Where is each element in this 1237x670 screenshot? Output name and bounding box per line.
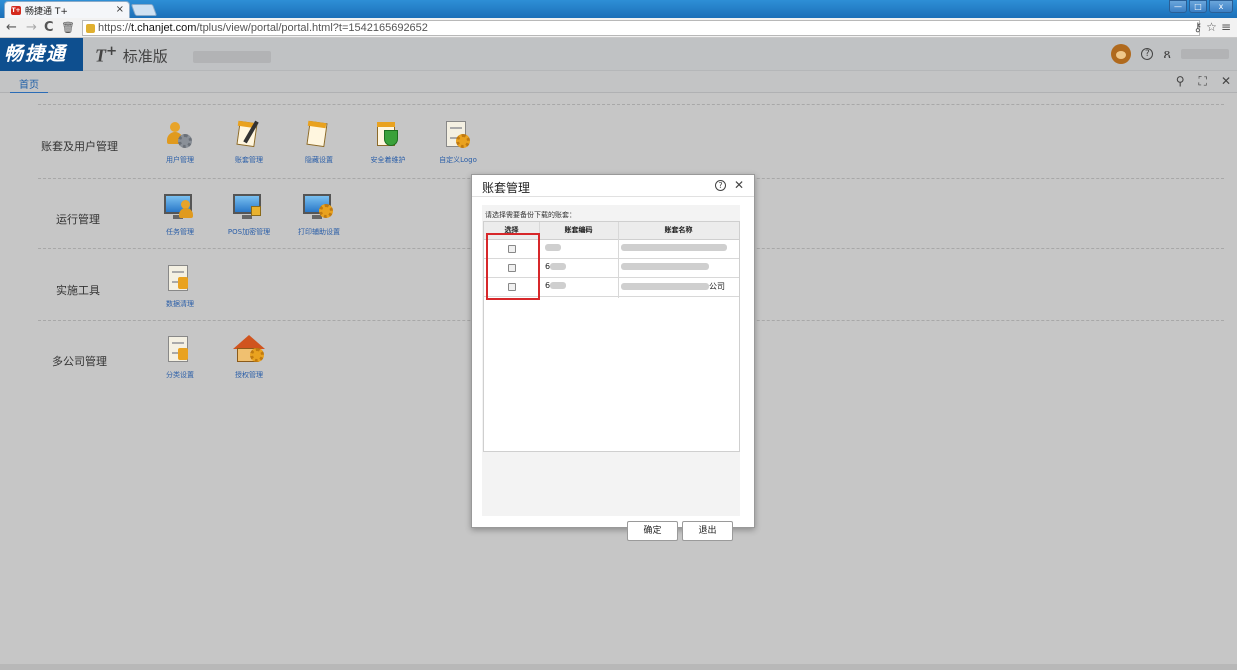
product-edition: 标准版 — [122, 47, 168, 66]
group-label-multi-company: 多公司管理 — [52, 355, 107, 368]
tile-label: 自定义Logo — [439, 156, 477, 164]
product-t: T — [95, 45, 106, 66]
search-icon[interactable]: ⚲ — [1176, 74, 1185, 89]
tab-close-icon[interactable]: × — [116, 4, 124, 15]
divider — [38, 104, 1224, 105]
browser-menu-icon[interactable]: ≡ — [1221, 20, 1231, 34]
account-name: 公司 — [621, 281, 737, 292]
tile-data-cleanup[interactable]: 数据清理 — [150, 264, 210, 309]
tplus-favicon-icon: T+ — [11, 5, 21, 15]
account-name — [621, 243, 737, 252]
tile-user-management[interactable]: 用户管理 — [150, 120, 210, 165]
tile-label: 分类设置 — [166, 371, 194, 379]
user-management-icon — [164, 120, 196, 150]
tile-hidden-settings[interactable]: 隐藏设置 — [289, 120, 349, 165]
tile-label: 账套管理 — [235, 156, 263, 164]
window-controls: — □ x — [1169, 0, 1233, 13]
monitor-user-icon — [164, 192, 196, 222]
group-label-account-user: 账套及用户管理 — [41, 140, 118, 153]
column-header-name: 账套名称 — [664, 226, 693, 234]
ok-button[interactable]: 确定 — [627, 521, 678, 541]
product-plus: + — [106, 44, 118, 59]
house-gear-icon — [233, 335, 265, 365]
shield-icon — [372, 120, 404, 150]
redacted-company-name — [193, 51, 271, 63]
tile-label: 打印辅助设置 — [298, 228, 340, 236]
minimize-button[interactable]: — — [1169, 0, 1187, 13]
column-header-code: 账套编码 — [564, 226, 593, 234]
browser-titlebar: T+ 畅捷通 T+ × — □ x — [0, 0, 1237, 18]
account-management-dialog: 账套管理 ? ✕ 请选择需要备份下载的账套： 选择 账套编码 账套名称 6 6 … — [471, 174, 755, 541]
tile-label: 授权管理 — [235, 371, 263, 379]
tab-title: 畅捷通 T+ — [25, 6, 68, 17]
tile-pos-encryption[interactable]: POS加密管理 — [219, 192, 279, 237]
key-icon[interactable]: ⚷ — [1193, 20, 1202, 34]
redacted-user-name — [1181, 49, 1229, 59]
monitor-lock-icon — [233, 192, 265, 222]
window-close-button[interactable]: x — [1209, 0, 1233, 13]
dialog-close-icon[interactable]: ✕ — [734, 178, 744, 192]
tile-label: 任务管理 — [166, 228, 194, 236]
account-code: 6 — [545, 262, 567, 271]
tile-authorization[interactable]: 授权管理 — [219, 335, 279, 380]
group-label-operation: 运行管理 — [56, 213, 100, 226]
chanjet-logo: 畅捷通 — [0, 38, 83, 71]
tile-label: 数据清理 — [166, 300, 194, 308]
bookmark-star-icon[interactable]: ☆ — [1206, 20, 1217, 34]
tile-print-assist[interactable]: 打印辅助设置 — [289, 192, 349, 237]
monitor-gear-icon — [303, 192, 335, 222]
tile-label: POS加密管理 — [227, 228, 271, 236]
address-bar-actions: ⚷ ☆ ≡ — [1193, 20, 1231, 34]
dialog-title-actions: ? ✕ — [714, 178, 744, 192]
browser-toolbar: ← → C 🗑 https://t.chanjet.com/tplus/view… — [0, 18, 1237, 38]
url-bar[interactable]: https://t.chanjet.com/tplus/view/portal/… — [82, 20, 1200, 36]
tab-home[interactable]: 首页 — [10, 76, 48, 94]
url-scheme: https:// — [98, 22, 132, 34]
tile-label: 隐藏设置 — [305, 156, 333, 164]
url-path: /tplus/view/portal/portal.html?t=1542165… — [196, 22, 428, 34]
user-icon[interactable]: ጸ — [1163, 47, 1171, 62]
app-header: 畅捷通 T+ 标准版 ? ጸ — [0, 38, 1237, 71]
tabstrip-actions: ⚲ ⛶ ✕ — [1176, 74, 1231, 89]
account-book-icon — [233, 120, 265, 150]
maximize-button[interactable]: □ — [1189, 0, 1207, 13]
product-name: T+ 标准版 — [95, 44, 168, 66]
trash-icon[interactable]: 🗑 — [61, 19, 75, 37]
reload-icon[interactable]: C — [44, 19, 54, 37]
header-actions: ? ጸ — [1111, 44, 1229, 64]
back-arrow-icon[interactable]: ← — [6, 19, 17, 37]
close-icon[interactable]: ✕ — [1221, 74, 1231, 89]
tile-label: 用户管理 — [166, 156, 194, 164]
browser-tab[interactable]: T+ 畅捷通 T+ × — [4, 1, 130, 18]
account-code: 6 — [545, 281, 567, 290]
divider — [472, 196, 754, 197]
tile-custom-logo[interactable]: 自定义Logo — [428, 120, 488, 165]
page-tabstrip: 首页 ⚲ ⛶ ✕ — [0, 71, 1237, 94]
group-label-implementation: 实施工具 — [56, 284, 100, 297]
tile-task-management[interactable]: 任务管理 — [150, 192, 210, 237]
new-tab-button[interactable] — [130, 4, 158, 16]
hidden-settings-icon — [303, 120, 335, 150]
forward-arrow-icon[interactable]: → — [26, 19, 37, 37]
custom-logo-icon — [442, 120, 474, 150]
tile-category-settings[interactable]: 分类设置 — [150, 335, 210, 380]
help-icon[interactable]: ? — [1141, 48, 1154, 60]
url-host: t.chanjet.com — [131, 22, 197, 34]
dialog-title: 账套管理 — [482, 181, 531, 195]
selection-highlight-box — [486, 233, 540, 300]
tile-account-management[interactable]: 账套管理 — [219, 120, 279, 165]
category-settings-icon — [164, 335, 196, 365]
data-cleanup-icon — [164, 264, 196, 294]
account-code — [545, 243, 561, 252]
monkey-assistant-icon[interactable] — [1111, 44, 1132, 64]
account-name — [621, 262, 737, 271]
lock-icon — [86, 23, 95, 33]
tile-label: 安全着维护 — [370, 156, 406, 164]
exit-button[interactable]: 退出 — [682, 521, 733, 541]
dialog-hint: 请选择需要备份下载的账套： — [485, 211, 576, 219]
taskbar-strip — [0, 664, 1237, 670]
fullscreen-icon[interactable]: ⛶ — [1199, 74, 1207, 89]
tile-security-maintenance[interactable]: 安全着维护 — [358, 120, 418, 165]
help-icon[interactable]: ? — [714, 180, 726, 191]
